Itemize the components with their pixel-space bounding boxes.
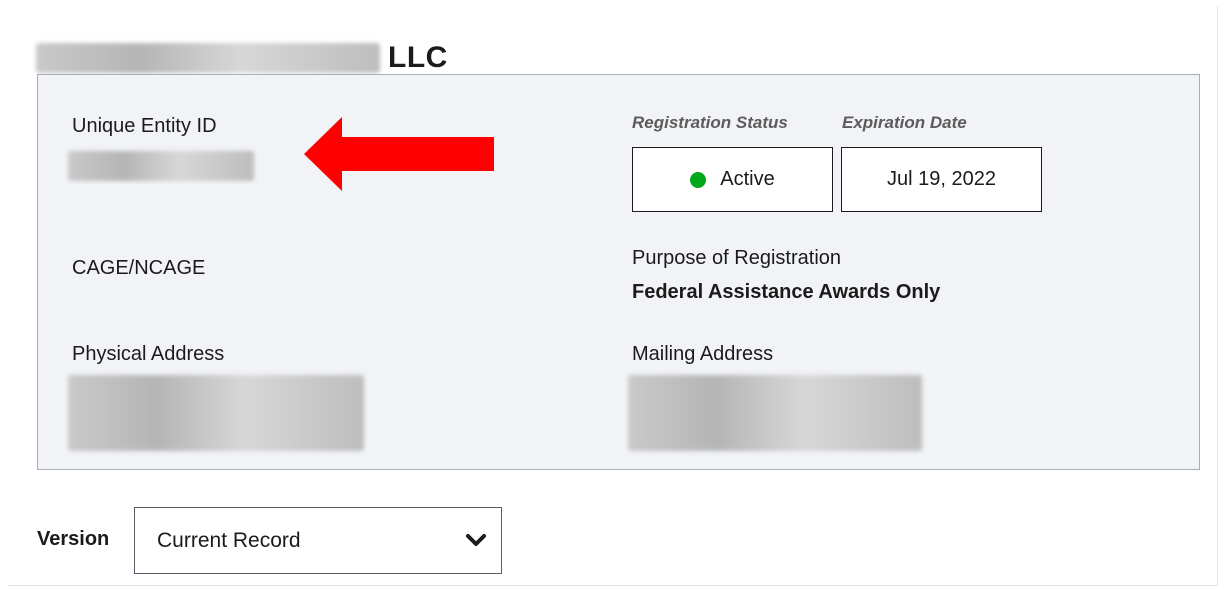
- physical-address-label: Physical Address: [72, 343, 225, 365]
- redacted-mailing-address: [628, 375, 922, 451]
- expiration-date-box: Jul 19, 2022: [841, 147, 1042, 212]
- unique-entity-id-label: Unique Entity ID: [72, 115, 217, 137]
- redacted-entity-name: [36, 43, 380, 73]
- version-label: Version: [37, 528, 110, 550]
- entity-name-suffix: LLC: [388, 41, 448, 74]
- status-dot-icon: [690, 171, 707, 188]
- red-arrow-icon: [304, 117, 494, 191]
- version-select[interactable]: Current Record: [134, 507, 502, 574]
- expiration-date-label: Expiration Date: [842, 113, 967, 132]
- version-selected-value: Current Record: [157, 528, 301, 552]
- entity-title: LLC: [36, 40, 448, 76]
- redacted-physical-address: [68, 375, 364, 451]
- purpose-of-registration-value: Federal Assistance Awards Only: [632, 281, 941, 303]
- mailing-address-label: Mailing Address: [632, 343, 774, 365]
- registration-status-label: Registration Status: [632, 113, 788, 132]
- registration-status-value: Active: [720, 168, 775, 190]
- chevron-down-icon: [466, 534, 486, 546]
- redacted-unique-entity-id: [68, 151, 254, 181]
- entity-summary-panel: Unique Entity ID CAGE/NCAGE Physical Add…: [37, 74, 1200, 470]
- expiration-date-value: Jul 19, 2022: [887, 168, 996, 190]
- purpose-of-registration-label: Purpose of Registration: [632, 247, 842, 269]
- cage-ncage-label: CAGE/NCAGE: [72, 257, 206, 279]
- registration-status-box: Active: [632, 147, 833, 212]
